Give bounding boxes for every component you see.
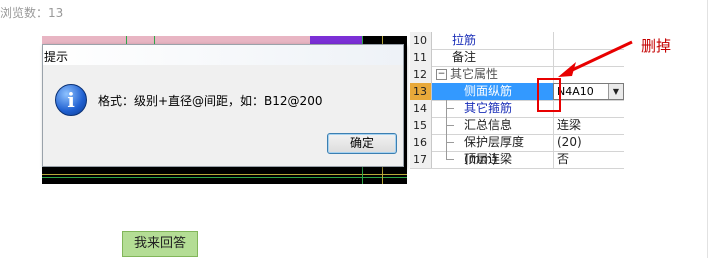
row-number: 12 [410, 66, 432, 83]
grid-row-selected[interactable]: 13 侧面纵筋 N4A10 ▼ [410, 83, 624, 101]
side-rebar-combo[interactable]: N4A10 ▼ [553, 83, 624, 100]
right-border [707, 0, 708, 258]
canvas-highlight-strip [42, 36, 310, 44]
annotation-label: 删掉 [641, 37, 672, 55]
answer-button[interactable]: 我来回答 [122, 231, 198, 257]
row-number: 17 [410, 151, 432, 168]
canvas-line [42, 174, 407, 175]
combo-value[interactable]: N4A10 [557, 85, 594, 98]
property-value[interactable]: 否 [553, 151, 624, 168]
dialog-title: 提示 [44, 50, 69, 64]
property-name: 顶层连梁 [464, 152, 513, 166]
info-icon: i [55, 84, 87, 116]
grid-row[interactable]: 15 汇总信息 连梁 [410, 117, 624, 135]
views-count: 浏览数：13 [0, 6, 64, 20]
row-number: 15 [410, 117, 432, 134]
dialog-message: 格式：级别+直径@间距，如：B12@200 [98, 94, 323, 108]
dialog-titlebar[interactable]: 提示 [43, 45, 403, 65]
highlight-box [537, 78, 561, 112]
property-name: 汇总信息 [464, 118, 513, 132]
property-name: 侧面纵筋 [432, 83, 553, 100]
property-name: 备注 [452, 50, 477, 64]
property-value[interactable] [553, 100, 624, 117]
red-arrow-icon [558, 40, 633, 77]
dialog-body: i 格式：级别+直径@间距，如：B12@200 确定 [43, 65, 403, 166]
row-number: 10 [410, 32, 432, 49]
row-number: 16 [410, 134, 432, 151]
dropdown-arrow-icon[interactable]: ▼ [608, 84, 623, 99]
property-group-name: 其它属性 [450, 67, 499, 81]
property-name: 其它箍筋 [464, 101, 513, 115]
property-value[interactable]: 连梁 [553, 117, 624, 134]
ok-button[interactable]: 确定 [327, 133, 397, 154]
hint-dialog: 提示 i 格式：级别+直径@间距，如：B12@200 确定 [42, 44, 404, 167]
canvas-line [42, 177, 407, 178]
property-name: 拉筋 [452, 33, 477, 47]
property-value[interactable]: (20) [553, 134, 624, 151]
row-number: 13 [410, 83, 432, 100]
grid-row[interactable]: 16 保护层厚度(mm) (20) [410, 134, 624, 166]
collapse-icon[interactable]: − [436, 69, 447, 80]
row-number: 11 [410, 49, 432, 66]
grid-row[interactable]: 17 顶层连梁 否 [410, 151, 624, 169]
grid-row[interactable]: 14 其它箍筋 [410, 100, 624, 118]
row-number: 14 [410, 100, 432, 117]
property-name: 保护层厚度(mm) [464, 135, 525, 166]
